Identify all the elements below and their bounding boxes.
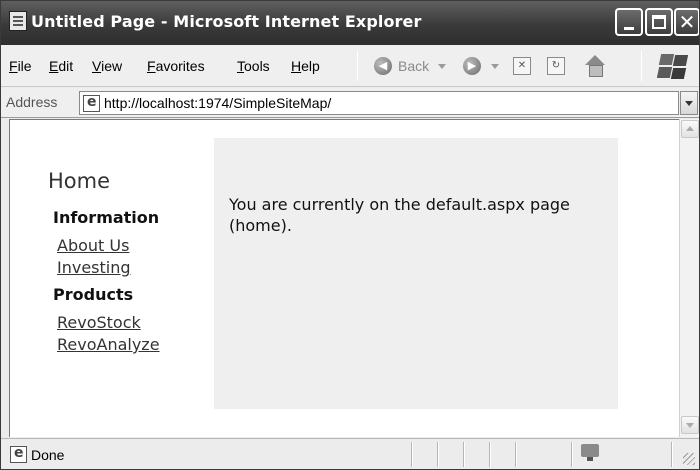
address-url[interactable]: http://localhost:1974/SimpleSiteMap/ [104,95,331,111]
minimize-button[interactable] [615,8,643,36]
maximize-icon [652,15,666,29]
back-dropdown-icon[interactable] [438,64,446,69]
status-divider [411,442,413,467]
resize-grip-icon[interactable] [683,453,695,465]
status-divider [463,442,465,467]
status-divider [489,442,491,467]
scroll-up-button[interactable] [681,120,699,138]
close-button[interactable]: ✕ [674,8,699,36]
page-viewport: Home Information About Us Investing Prod… [9,119,679,437]
status-bar: Done [1,438,699,469]
menu-file[interactable]: File [9,58,32,74]
menu-tools[interactable]: Tools [237,58,270,74]
address-dropdown-button[interactable] [680,91,698,115]
stop-icon[interactable]: ✕ [513,57,531,75]
link-revoanalyze[interactable]: RevoAnalyze [57,335,160,354]
ie-page-icon [9,11,27,31]
toolbar-separator [357,51,358,81]
window-title: Untitled Page - Microsoft Internet Explo… [31,12,422,31]
sitemap-section-information: Information [53,208,160,227]
menu-view[interactable]: View [92,58,122,74]
ie-page-icon [10,445,27,463]
link-investing[interactable]: Investing [57,258,131,277]
link-about-us[interactable]: About Us [57,236,129,255]
windows-logo-icon [655,51,689,81]
title-bar: Untitled Page - Microsoft Internet Explo… [1,1,699,45]
status-divider [671,442,673,467]
menu-edit[interactable]: Edit [49,58,73,74]
maximize-button[interactable] [645,8,673,36]
sitemap-section-products: Products [53,285,134,304]
browser-window: Untitled Page - Microsoft Internet Explo… [0,0,700,470]
sitemap-root-home: Home [48,169,111,193]
local-intranet-zone-icon [581,444,601,462]
ie-page-icon [83,94,100,112]
back-button-label[interactable]: Back [398,58,429,74]
address-label: Address [6,94,58,110]
toolbar-separator [641,51,642,81]
minimize-icon [624,26,634,30]
content-message: You are currently on the default.aspx pa… [229,195,570,235]
address-input[interactable]: http://localhost:1974/SimpleSiteMap/ [79,91,679,115]
status-text: Done [31,447,65,463]
status-divider [571,442,573,467]
refresh-icon[interactable]: ↻ [547,57,565,75]
status-divider [515,442,517,467]
back-arrow-icon[interactable]: ◀ [374,57,392,75]
forward-dropdown-icon[interactable] [491,64,499,69]
content-panel: You are currently on the default.aspx pa… [214,138,618,409]
address-bar: Address http://localhost:1974/SimpleSite… [1,88,699,118]
forward-arrow-icon[interactable]: ▶ [463,57,481,75]
home-icon[interactable] [584,55,606,77]
menu-help[interactable]: Help [291,58,320,74]
scroll-down-button[interactable] [681,416,699,434]
vertical-scrollbar[interactable] [679,119,699,437]
link-revostock[interactable]: RevoStock [57,313,141,332]
menu-bar: File Edit View Favorites Tools Help ◀ Ba… [1,45,699,87]
menu-favorites[interactable]: Favorites [147,58,205,74]
close-icon: ✕ [678,10,696,34]
status-divider [437,442,439,467]
